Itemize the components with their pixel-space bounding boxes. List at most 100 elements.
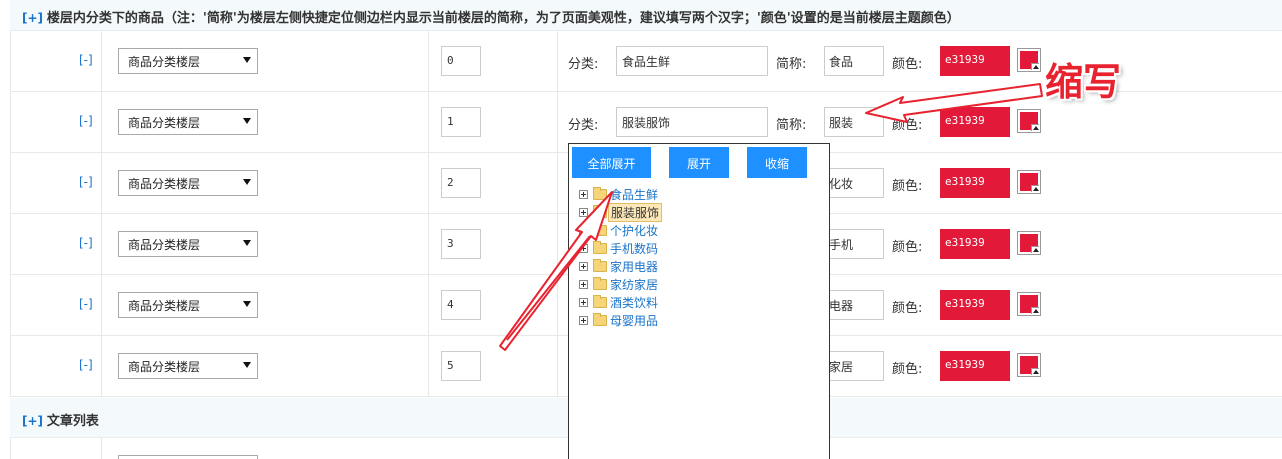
expand-node-icon[interactable] xyxy=(579,298,588,307)
floor-type-value: 商品分类楼层 xyxy=(128,360,201,374)
column-divider xyxy=(557,153,558,213)
color-label: 颜色: xyxy=(892,301,923,316)
folder-icon xyxy=(593,277,607,290)
remove-row-toggle[interactable]: [-] xyxy=(79,114,93,128)
expand-node-icon[interactable] xyxy=(579,226,588,235)
expand-node-icon[interactable] xyxy=(579,262,588,271)
category-label: 分类: xyxy=(568,118,599,133)
expand-toggle[interactable]: [+] xyxy=(22,414,43,428)
tree-node-label[interactable]: 个护化妆 xyxy=(610,222,658,239)
color-label: 颜色: xyxy=(892,240,923,255)
color-hex-input[interactable]: e31939 xyxy=(940,351,1010,381)
column-divider xyxy=(428,275,429,335)
color-picker-button[interactable] xyxy=(1017,48,1041,72)
color-picker-button[interactable] xyxy=(1017,231,1041,255)
abbr-input[interactable]: 化妆 xyxy=(824,168,884,198)
floor-type-select[interactable]: 商品分类楼层 xyxy=(118,170,258,196)
expand-button[interactable]: 展开 xyxy=(669,147,729,178)
color-hex-input[interactable]: e31939 xyxy=(940,229,1010,259)
color-hex-input[interactable]: e31939 xyxy=(940,46,1010,76)
color-swatch xyxy=(1020,356,1039,375)
folder-icon xyxy=(593,259,607,272)
floor-type-value: 商品分类楼层 xyxy=(128,299,201,313)
abbr-input[interactable]: 家居 xyxy=(824,351,884,381)
category-tree-panel: 全部展开 展开 收缩 食品生鲜 服装服饰 个护化妆 手机数码 家用电器 家纺家居 酒类饮料母… xyxy=(568,143,830,459)
collapse-button[interactable]: 收缩 xyxy=(747,147,807,178)
remove-row-toggle[interactable]: [-] xyxy=(79,175,93,189)
floor-type-select[interactable]: 商品分类楼层 xyxy=(118,48,258,74)
tree-node-label[interactable]: 母婴用品 xyxy=(610,312,658,329)
tree-node-label[interactable]: 酒类饮料 xyxy=(610,294,658,311)
remove-row-toggle[interactable]: [-] xyxy=(79,358,93,372)
expand-toggle[interactable]: [+] xyxy=(22,11,43,25)
abbr-input[interactable]: 食品 xyxy=(824,46,884,76)
chevron-down-icon xyxy=(243,118,251,124)
column-divider xyxy=(101,336,102,396)
expand-node-icon[interactable] xyxy=(579,208,588,217)
color-swatch xyxy=(1020,173,1039,192)
floor-type-select[interactable]: 商品分类楼层 xyxy=(118,292,258,318)
folder-icon xyxy=(593,241,607,254)
abbr-input[interactable]: 电器 xyxy=(824,290,884,320)
expand-node-icon[interactable] xyxy=(579,244,588,253)
color-hex-input[interactable]: e31939 xyxy=(940,290,1010,320)
picker-arrow-icon xyxy=(1031,124,1039,131)
floor-type-select[interactable]: 商品分类楼层 xyxy=(118,109,258,135)
color-swatch xyxy=(1020,51,1039,70)
chevron-down-icon xyxy=(243,362,251,368)
folder-icon xyxy=(593,205,607,218)
sort-order-input[interactable]: 1 xyxy=(441,107,481,137)
tree-node-label[interactable]: 食品生鲜 xyxy=(610,186,658,203)
color-label: 颜色: xyxy=(892,57,923,72)
sort-order-input[interactable]: 2 xyxy=(441,168,481,198)
expand-all-button[interactable]: 全部展开 xyxy=(572,147,651,178)
remove-row-toggle[interactable]: [-] xyxy=(79,53,93,67)
expand-node-icon[interactable] xyxy=(579,316,588,325)
sort-order-input[interactable]: 4 xyxy=(441,290,481,320)
column-divider xyxy=(557,275,558,335)
expand-node-icon[interactable] xyxy=(579,190,588,199)
column-divider xyxy=(557,31,558,91)
picker-arrow-icon xyxy=(1031,368,1039,375)
floor-type-select[interactable]: 商品分类楼层 xyxy=(118,353,258,379)
color-picker-button[interactable] xyxy=(1017,109,1041,133)
category-input[interactable]: 食品生鲜 xyxy=(616,46,768,76)
color-hex-input[interactable]: e31939 xyxy=(940,168,1010,198)
column-divider xyxy=(101,275,102,335)
column-divider xyxy=(428,214,429,274)
color-label: 颜色: xyxy=(892,118,923,133)
color-label: 颜色: xyxy=(892,362,923,377)
floor-type-select[interactable]: 商品分类楼层 xyxy=(118,231,258,257)
column-divider xyxy=(101,153,102,213)
color-picker-button[interactable] xyxy=(1017,353,1041,377)
tree-node-label[interactable]: 手机数码 xyxy=(610,240,658,257)
sort-order-input[interactable]: 0 xyxy=(441,46,481,76)
remove-row-toggle[interactable]: [-] xyxy=(79,297,93,311)
picker-arrow-icon xyxy=(1031,185,1039,192)
tree-node-label[interactable]: 家纺家居 xyxy=(610,276,658,293)
chevron-down-icon xyxy=(243,301,251,307)
column-divider xyxy=(428,31,429,91)
color-hex-input[interactable]: e31939 xyxy=(940,107,1010,137)
tree-node-label[interactable]: 家用电器 xyxy=(610,258,658,275)
article-select-partial[interactable] xyxy=(118,455,258,459)
color-swatch xyxy=(1020,234,1039,253)
color-swatch xyxy=(1020,112,1039,131)
color-picker-button[interactable] xyxy=(1017,292,1041,316)
abbr-input[interactable]: 服装 xyxy=(824,107,884,137)
remove-row-toggle[interactable]: [-] xyxy=(79,236,93,250)
column-divider xyxy=(428,336,429,396)
floor-type-value: 商品分类楼层 xyxy=(128,55,201,69)
sort-order-input[interactable]: 3 xyxy=(441,229,481,259)
category-input[interactable]: 服装服饰 xyxy=(616,107,768,137)
folder-icon xyxy=(593,187,607,200)
column-divider xyxy=(101,438,102,459)
sort-order-input[interactable]: 5 xyxy=(441,351,481,381)
column-divider xyxy=(557,214,558,274)
section-title: 文章列表 xyxy=(46,414,99,429)
color-picker-button[interactable] xyxy=(1017,170,1041,194)
expand-node-icon[interactable] xyxy=(579,280,588,289)
tree-node-label[interactable]: 服装服饰 xyxy=(608,203,663,222)
abbr-input[interactable]: 手机 xyxy=(824,229,884,259)
folder-icon xyxy=(593,313,607,326)
